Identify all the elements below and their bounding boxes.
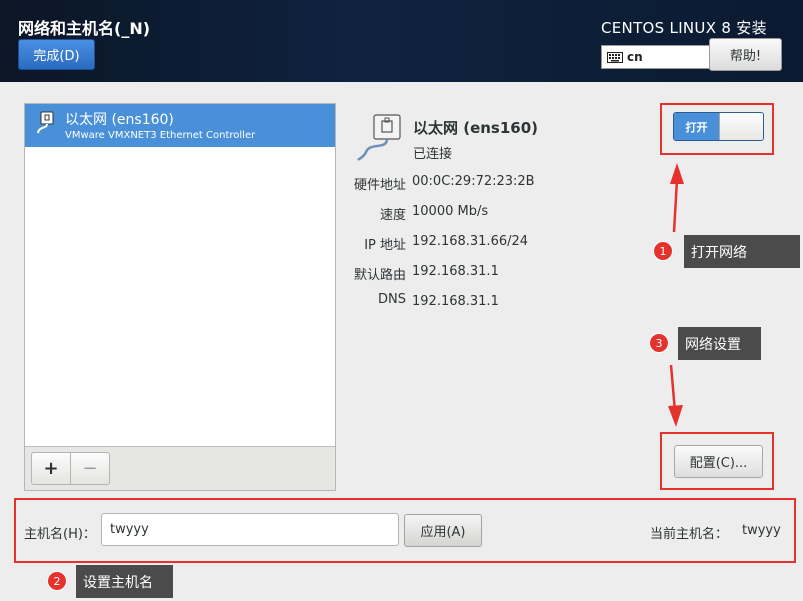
annotation-callout-2: 设置主机名 (76, 565, 173, 598)
annotation-badge-3: 3 (650, 334, 668, 352)
arrow-to-configure (669, 364, 677, 413)
arrow-head-up (670, 163, 684, 184)
annotation-callout-1: 打开网络 (684, 235, 800, 268)
annotation-callout-3: 网络设置 (678, 327, 761, 360)
annotation-badge-2: 2 (48, 572, 66, 590)
annotation-arrows (668, 163, 684, 427)
annotation-badge-1: 1 (654, 242, 672, 260)
arrow-head-down (668, 405, 683, 427)
arrow-to-switch (672, 179, 679, 233)
